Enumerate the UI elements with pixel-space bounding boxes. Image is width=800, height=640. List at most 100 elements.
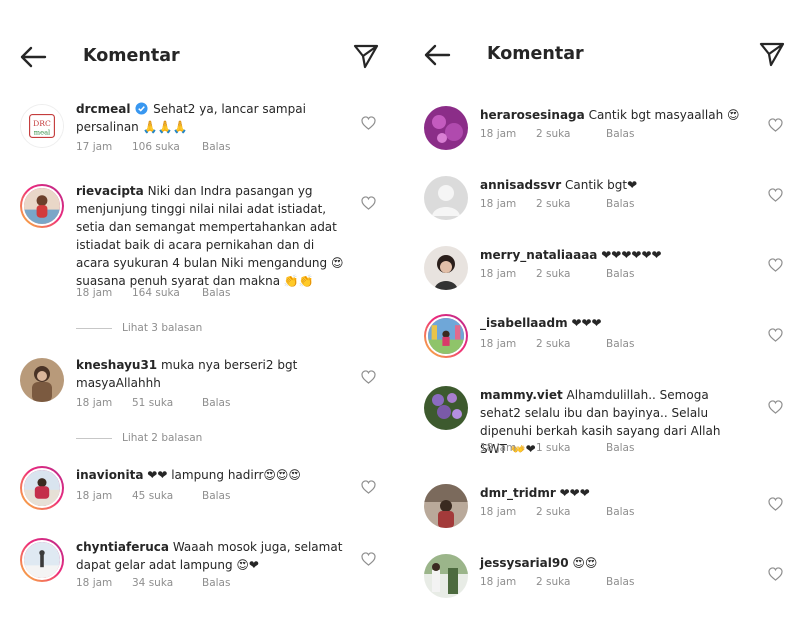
reply-button[interactable]: Balas [202,490,230,502]
comments-panel-right: Komentar herarosesinaga Cantik bgt masya… [404,0,800,640]
view-replies-button[interactable]: Lihat 3 balasan [76,322,202,334]
comment-likes[interactable]: 2 suka [536,576,606,588]
reply-button[interactable]: Balas [606,128,634,140]
avatar[interactable] [20,184,64,228]
heart-outline-icon[interactable] [768,328,783,342]
comment-time: 18 jam [480,506,517,518]
paper-plane-icon[interactable] [352,42,380,70]
comment-likes[interactable]: 164 suka [132,287,202,299]
comment-likes[interactable]: 2 suka [536,338,606,350]
comment-meta: 18 jam 2 suka Balas [480,338,634,350]
comment-username[interactable]: mammy.viet [480,388,563,402]
heart-outline-icon[interactable] [361,370,376,384]
drcmeal-logo: DRC meal [21,105,63,147]
comment-text: inavionita ❤❤ lampung hadirr😍😍😍 [76,466,346,484]
heart-outline-icon[interactable] [768,567,783,581]
arrow-left-icon[interactable] [18,44,48,70]
reply-button[interactable]: Balas [606,442,634,454]
comment-likes[interactable]: 34 suka [132,577,202,589]
comment-time: 18 jam [76,287,113,299]
heart-outline-icon[interactable] [768,497,783,511]
avatar[interactable] [424,386,468,430]
comment-username[interactable]: herarosesinaga [480,108,585,122]
avatar[interactable]: DRC meal [20,104,64,148]
comment-time: 18 jam [480,128,517,140]
comment-meta: 18 jam 2 suka Balas [480,128,634,140]
comment-meta: 18 jam 1 suka Balas [480,442,634,454]
comment-username[interactable]: annisadssvr [480,178,561,192]
paper-plane-icon[interactable] [758,40,786,68]
avatar[interactable] [20,538,64,582]
heart-outline-icon[interactable] [361,196,376,210]
comment-likes[interactable]: 2 suka [536,268,606,280]
arrow-left-icon[interactable] [422,42,452,68]
avatar[interactable] [424,176,468,220]
comment-likes[interactable]: 2 suka [536,198,606,210]
comment-text: chyntiaferuca Waaah mosok juga, selamat … [76,538,346,574]
comment-time: 18 jam [76,397,113,409]
heart-outline-icon[interactable] [768,400,783,414]
comment-likes[interactable]: 106 suka [132,141,202,153]
comment-text: kneshayu31 muka nya berseri2 bgt masyaAl… [76,356,346,392]
comment-likes[interactable]: 2 suka [536,506,606,518]
comment-text: jessysarial90 😍😍 [480,554,750,572]
verified-badge-icon [135,102,148,115]
heart-outline-icon[interactable] [768,258,783,272]
comment-username[interactable]: rievacipta [76,184,144,198]
comment-meta: 18 jam 34 suka Balas [76,577,230,589]
comment-time: 18 jam [76,577,113,589]
comment-text: herarosesinaga Cantik bgt masyaallah 😍 [480,106,750,124]
avatar[interactable] [20,358,64,402]
comment-meta: 18 jam 51 suka Balas [76,397,230,409]
comment-body: Niki dan Indra pasangan yg menjunjung ti… [76,184,344,288]
avatar[interactable] [424,246,468,290]
page-title: Komentar [83,46,180,66]
divider [76,437,112,439]
divider [76,327,112,329]
heart-outline-icon[interactable] [361,116,376,130]
comment-likes[interactable]: 2 suka [536,128,606,140]
avatar[interactable] [20,466,64,510]
comment-text: merry_nataliaaaa ❤❤❤❤❤❤ [480,246,750,264]
comment-username[interactable]: jessysarial90 [480,556,569,570]
view-replies-button[interactable]: Lihat 2 balasan [76,432,202,444]
avatar[interactable] [424,554,468,598]
comment-username[interactable]: _isabellaadm [480,316,568,330]
reply-button[interactable]: Balas [202,141,230,153]
reply-button[interactable]: Balas [606,338,634,350]
comment-text: rievacipta Niki dan Indra pasangan yg me… [76,182,346,290]
view-replies-label: Lihat 3 balasan [122,322,203,334]
reply-button[interactable]: Balas [606,506,634,518]
comment-username[interactable]: kneshayu31 [76,358,157,372]
heart-outline-icon[interactable] [768,118,783,132]
comments-panel-left: Komentar DRC meal drcmeal Sehat2 ya, lan… [0,0,400,640]
reply-button[interactable]: Balas [606,576,634,588]
avatar[interactable] [424,484,468,528]
comment-username[interactable]: chyntiaferuca [76,540,169,554]
reply-button[interactable]: Balas [606,198,634,210]
avatar[interactable] [424,314,468,358]
comment-body: ❤❤❤ [559,486,590,500]
heart-outline-icon[interactable] [361,552,376,566]
comment-meta: 18 jam 2 suka Balas [480,268,634,280]
comment-body: ❤❤❤❤❤❤ [601,248,662,262]
reply-button[interactable]: Balas [202,397,230,409]
comment-text: dmr_tridmr ❤❤❤ [480,484,750,502]
comment-likes[interactable]: 51 suka [132,397,202,409]
comment-meta: 18 jam 2 suka Balas [480,576,634,588]
heart-outline-icon[interactable] [361,480,376,494]
avatar[interactable] [424,106,468,150]
comment-username[interactable]: dmr_tridmr [480,486,556,500]
reply-button[interactable]: Balas [202,577,230,589]
comment-body: Cantik bgt masyaallah 😍 [588,108,740,122]
comment-meta: 18 jam 45 suka Balas [76,490,230,502]
comment-likes[interactable]: 1 suka [536,442,606,454]
comment-username[interactable]: inavionita [76,468,143,482]
reply-button[interactable]: Balas [606,268,634,280]
heart-outline-icon[interactable] [768,188,783,202]
comment-username[interactable]: drcmeal [76,102,130,116]
reply-button[interactable]: Balas [202,287,230,299]
comment-username[interactable]: merry_nataliaaaa [480,248,597,262]
comment-likes[interactable]: 45 suka [132,490,202,502]
page-title: Komentar [487,44,584,64]
